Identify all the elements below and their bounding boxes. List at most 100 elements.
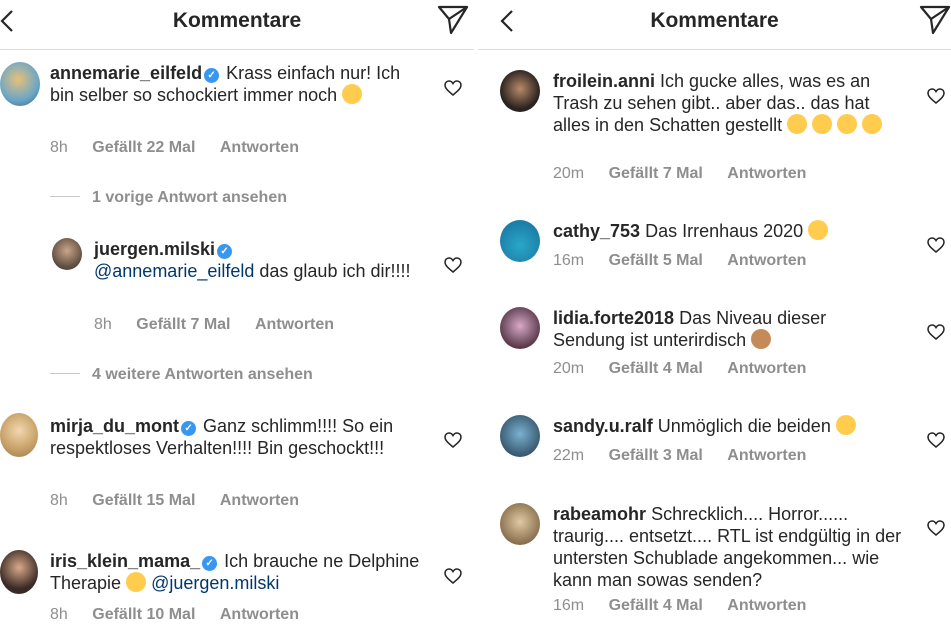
comment-meta: 16m Gefällt 4 Mal Antworten (553, 597, 826, 615)
username[interactable]: rabeamohr (553, 504, 646, 524)
likes-count[interactable]: Gefällt 5 Mal (609, 252, 703, 269)
username[interactable]: juergen.milski (94, 239, 215, 259)
upside-down-face-emoji-icon (808, 220, 829, 240)
likes-count[interactable]: Gefällt 3 Mal (609, 447, 703, 464)
mention-link[interactable]: @annemarie_eilfeld (94, 261, 254, 281)
likes-count[interactable]: Gefällt 15 Mal (92, 492, 195, 509)
comment-mirja: mirja_du_mont ✓ Ganz schlimm!!!! So ein r… (50, 415, 420, 459)
heart-icon[interactable] (927, 88, 945, 104)
see-no-evil-monkey-emoji-icon (751, 329, 772, 349)
reply-button[interactable]: Antworten (727, 165, 806, 182)
reply-button[interactable]: Antworten (727, 447, 806, 464)
rolling-eyes-emoji-icon (812, 114, 833, 134)
heart-icon[interactable] (444, 257, 462, 273)
comment-iris: iris_klein_mama_ ✓ Ich brauche ne Delphin… (50, 550, 430, 594)
timestamp: 8h (94, 316, 112, 333)
send-icon[interactable] (918, 4, 951, 36)
heart-icon[interactable] (927, 432, 945, 448)
avatar[interactable] (500, 415, 540, 457)
comment-annemarie: annemarie_eilfeld ✓ Krass einfach nur! Ic… (50, 62, 420, 106)
username[interactable]: cathy_753 (553, 221, 640, 241)
comment-rabeamohr: rabeamohr Schrecklich.... Horror...... t… (553, 503, 905, 591)
comment-juergen: juergen.milski ✓ @annemarie_eilfeld das g… (94, 238, 424, 282)
comment-meta: 20m Gefällt 4 Mal Antworten (553, 360, 826, 378)
comment-meta: 8h Gefällt 7 Mal Antworten (94, 316, 354, 334)
timestamp: 8h (50, 606, 68, 623)
username[interactable]: lidia.forte2018 (553, 308, 674, 328)
heart-icon[interactable] (927, 520, 945, 536)
username[interactable]: mirja_du_mont (50, 416, 179, 436)
comment-meta: 16m Gefällt 5 Mal Antworten (553, 252, 826, 270)
timestamp: 20m (553, 360, 585, 377)
comment-text: Unmöglich die beiden (657, 416, 831, 436)
expressionless-face-emoji-icon (835, 415, 856, 435)
comment-meta: 20m Gefällt 7 Mal Antworten (553, 165, 826, 183)
likes-count[interactable]: Gefällt 10 Mal (92, 606, 195, 623)
reply-button[interactable]: Antworten (727, 252, 806, 269)
right-comments-panel: Kommentare froilein.anni Ich gucke alles… (478, 0, 951, 634)
likes-count[interactable]: Gefällt 4 Mal (609, 597, 703, 614)
send-icon[interactable] (436, 4, 470, 36)
avatar[interactable] (500, 220, 540, 262)
heart-icon[interactable] (927, 237, 945, 253)
username[interactable]: sandy.u.ralf (553, 416, 653, 436)
rolling-eyes-emoji-icon (787, 114, 808, 134)
view-previous-replies[interactable]: 1 vorige Antwort ansehen (50, 189, 287, 207)
avatar[interactable] (0, 550, 38, 594)
mention-link[interactable]: @juergen.milski (151, 573, 279, 593)
username[interactable]: froilein.anni (553, 71, 655, 91)
likes-count[interactable]: Gefällt 7 Mal (609, 165, 703, 182)
likes-count[interactable]: Gefällt 4 Mal (609, 360, 703, 377)
likes-count[interactable]: Gefällt 22 Mal (92, 139, 195, 156)
heart-icon[interactable] (444, 80, 462, 96)
reply-button[interactable]: Antworten (255, 316, 334, 333)
avatar[interactable] (500, 70, 540, 112)
timestamp: 16m (553, 252, 585, 269)
username[interactable]: annemarie_eilfeld (50, 63, 202, 83)
laughing-face-emoji-icon (862, 114, 883, 134)
comment-lidia: lidia.forte2018 Das Niveau dieser Sendun… (553, 307, 883, 351)
avatar[interactable] (0, 62, 40, 106)
comment-cathy: cathy_753 Das Irrenhaus 2020 (553, 220, 903, 242)
page-title: Kommentare (650, 9, 779, 32)
timestamp: 16m (553, 597, 585, 614)
reply-button[interactable]: Antworten (220, 606, 299, 623)
comment-meta: 22m Gefällt 3 Mal Antworten (553, 447, 826, 465)
avatar[interactable] (500, 503, 540, 545)
avatar[interactable] (52, 238, 82, 270)
reply-button[interactable]: Antworten (727, 360, 806, 377)
avatar[interactable] (0, 413, 38, 457)
comment-froilein: froilein.anni Ich gucke alles, was es an… (553, 70, 903, 136)
laughing-face-emoji-icon (126, 572, 147, 592)
verified-icon: ✓ (217, 244, 233, 259)
header: Kommentare (478, 0, 951, 50)
comment-sandy: sandy.u.ralf Unmöglich die beiden (553, 415, 903, 437)
avatar[interactable] (500, 307, 540, 349)
comment-meta: 8h Gefällt 10 Mal Antworten (50, 606, 319, 624)
heart-icon[interactable] (927, 324, 945, 340)
view-more-replies[interactable]: 4 weitere Antworten ansehen (50, 366, 313, 384)
header: Kommentare (0, 0, 474, 50)
heart-icon[interactable] (444, 568, 462, 584)
verified-icon: ✓ (181, 421, 197, 436)
comment-meta: 8h Gefällt 22 Mal Antworten (50, 139, 319, 157)
hushed-face-emoji-icon (342, 84, 363, 104)
timestamp: 22m (553, 447, 585, 464)
timestamp: 8h (50, 139, 68, 156)
verified-icon: ✓ (204, 68, 220, 83)
reply-button[interactable]: Antworten (220, 492, 299, 509)
left-comments-panel: Kommentare annemarie_eilfeld ✓ Krass einf… (0, 0, 474, 634)
username[interactable]: iris_klein_mama_ (50, 551, 200, 571)
reply-button[interactable]: Antworten (220, 139, 299, 156)
comment-meta: 8h Gefällt 15 Mal Antworten (50, 492, 319, 510)
timestamp: 8h (50, 492, 68, 509)
likes-count[interactable]: Gefällt 7 Mal (136, 316, 230, 333)
verified-icon: ✓ (202, 556, 218, 571)
page-title: Kommentare (172, 9, 302, 32)
timestamp: 20m (553, 165, 585, 182)
heart-icon[interactable] (444, 432, 462, 448)
reply-button[interactable]: Antworten (727, 597, 806, 614)
comment-text: das glaub ich dir!!!! (259, 261, 411, 281)
comment-text: Das Irrenhaus 2020 (645, 221, 804, 241)
rolling-eyes-emoji-icon (837, 114, 858, 134)
